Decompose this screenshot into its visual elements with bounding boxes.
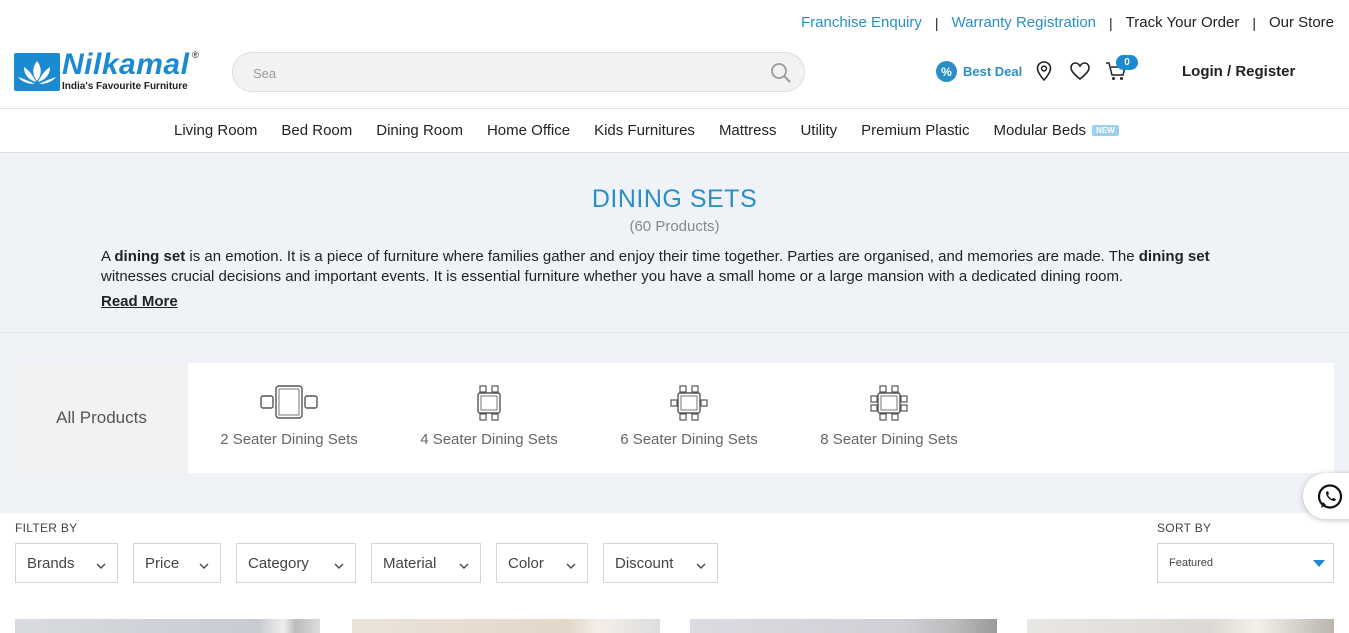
whatsapp-chat-button[interactable]	[1303, 473, 1349, 519]
read-more-link[interactable]: Read More	[101, 293, 178, 310]
category-description: A dining set is an emotion. It is a piec…	[101, 247, 1251, 287]
new-badge: NEW	[1092, 125, 1119, 136]
product-card-image[interactable]	[1027, 619, 1334, 633]
discount-badge-icon: %	[936, 61, 957, 82]
6-seater-table-icon	[670, 385, 708, 426]
brand-name: Nilkamal	[62, 48, 190, 81]
best-deal-label: Best Deal	[963, 64, 1023, 79]
nav-item-utility[interactable]: Utility	[800, 122, 837, 139]
sort-select[interactable]: Featured	[1157, 543, 1334, 583]
desc-text: witnesses crucial decisions and importan…	[101, 268, 1124, 285]
subcategory-section: All Products 2 Seater Dining Sets 4 Seat…	[0, 333, 1349, 513]
subcategory-label: 6 Seater Dining Sets	[620, 431, 758, 448]
warranty-registration-link[interactable]: Warranty Registration	[952, 14, 1097, 31]
filter-label: Brands	[27, 554, 75, 572]
search-input[interactable]	[253, 63, 753, 83]
cart-count-badge: 0	[1116, 55, 1138, 70]
filter-label: Price	[145, 554, 180, 572]
subcategory-label: 4 Seater Dining Sets	[420, 431, 558, 448]
separator: |	[934, 14, 939, 31]
filter-label: Material	[383, 554, 437, 572]
lotus-logo-icon	[14, 53, 60, 91]
our-store-link[interactable]: Our Store	[1269, 14, 1334, 31]
best-deal-link[interactable]: % Best Deal	[936, 61, 1022, 82]
filter-price[interactable]: Price	[133, 543, 221, 583]
nav-item-label: Modular Beds	[993, 122, 1087, 139]
subcategory-label: 2 Seater Dining Sets	[220, 431, 358, 448]
chevron-down-icon	[96, 558, 106, 569]
desc-text: is an emotion. It is a piece of furnitur…	[185, 248, 1139, 265]
track-order-link[interactable]: Track Your Order	[1126, 14, 1240, 31]
filter-category[interactable]: Category	[236, 543, 356, 583]
desc-bold: dining set	[1138, 248, 1210, 265]
top-utility-links: Franchise Enquiry | Warranty Registratio…	[801, 14, 1334, 31]
main-navigation: Living Room Bed Room Dining Room Home Of…	[0, 108, 1349, 153]
search-bar	[232, 52, 805, 92]
nav-item-mattress[interactable]: Mattress	[719, 122, 777, 139]
subcategory-6-seater[interactable]: 6 Seater Dining Sets	[589, 363, 789, 473]
chevron-down-icon	[566, 558, 576, 569]
chevron-down-icon	[334, 558, 344, 569]
subcategory-strip: All Products 2 Seater Dining Sets 4 Seat…	[15, 363, 1334, 473]
desc-bold: dining set	[114, 248, 186, 265]
nav-item-modular-beds[interactable]: Modular Beds NEW	[993, 122, 1119, 139]
chevron-down-icon	[199, 558, 209, 569]
whatsapp-icon	[1316, 483, 1344, 516]
subcategory-2-seater[interactable]: 2 Seater Dining Sets	[189, 363, 389, 473]
filter-color[interactable]: Color	[496, 543, 588, 583]
product-card-image[interactable]	[15, 619, 320, 633]
all-products-tab[interactable]: All Products	[15, 363, 188, 473]
filter-label: Discount	[615, 554, 674, 572]
4-seater-table-icon	[472, 385, 506, 426]
chevron-down-icon	[696, 558, 706, 569]
filter-discount[interactable]: Discount	[603, 543, 718, 583]
brand-tagline: India's Favourite Furniture	[62, 81, 188, 92]
subcategory-label: 8 Seater Dining Sets	[820, 431, 958, 448]
8-seater-table-icon	[870, 385, 908, 426]
login-register-link[interactable]: Login / Register	[1182, 63, 1295, 80]
dropdown-arrow-icon	[1313, 560, 1325, 567]
brand-logo[interactable]: Nilkamal ® India's Favourite Furniture	[14, 48, 204, 94]
separator: |	[1109, 14, 1113, 31]
subcategory-4-seater[interactable]: 4 Seater Dining Sets	[389, 363, 589, 473]
separator: |	[1252, 14, 1256, 31]
nav-item-living-room[interactable]: Living Room	[174, 122, 257, 139]
nav-item-dining-room[interactable]: Dining Room	[376, 122, 463, 139]
wishlist-heart-icon[interactable]	[1069, 60, 1091, 82]
desc-text: A	[101, 248, 115, 265]
nav-item-premium-plastic[interactable]: Premium Plastic	[861, 122, 969, 139]
product-card-image[interactable]	[690, 619, 997, 633]
category-intro: DINING SETS (60 Products) A dining set i…	[0, 153, 1349, 333]
filter-label: Color	[508, 554, 544, 572]
filter-brands[interactable]: Brands	[15, 543, 118, 583]
product-count: (60 Products)	[629, 218, 720, 235]
filter-by-label: FILTER BY	[15, 521, 78, 535]
search-icon[interactable]	[770, 62, 792, 84]
filter-material[interactable]: Material	[371, 543, 481, 583]
franchise-enquiry-link[interactable]: Franchise Enquiry	[801, 14, 922, 31]
chevron-down-icon	[459, 558, 469, 569]
sort-by-label: SORT BY	[1157, 521, 1212, 535]
registered-mark: ®	[192, 50, 199, 60]
filter-label: Category	[248, 554, 309, 572]
sort-selected-value: Featured	[1169, 557, 1214, 569]
nav-item-bed-room[interactable]: Bed Room	[281, 122, 352, 139]
location-pin-icon[interactable]	[1033, 60, 1055, 82]
category-title: DINING SETS	[591, 185, 758, 213]
nav-item-kids-furnitures[interactable]: Kids Furnitures	[594, 122, 695, 139]
product-card-image[interactable]	[352, 619, 660, 633]
nav-item-home-office[interactable]: Home Office	[487, 122, 570, 139]
subcategory-8-seater[interactable]: 8 Seater Dining Sets	[789, 363, 989, 473]
2-seater-table-icon	[259, 385, 319, 424]
